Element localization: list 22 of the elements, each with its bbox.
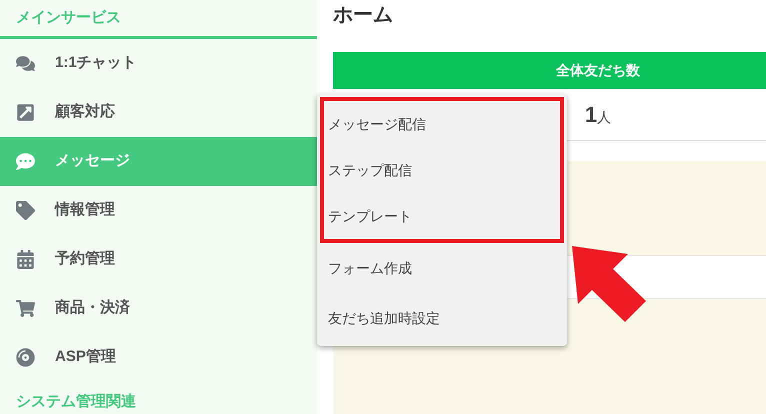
section-title: システム管理関連 (16, 393, 136, 410)
menu-item[interactable]: テンプレート (324, 193, 560, 239)
menu-item[interactable]: 友だち追加時設定 (320, 293, 564, 343)
cart-icon (15, 299, 35, 318)
section-title: メインサービス (16, 8, 121, 28)
tag-icon (15, 201, 35, 220)
card-header: 全体友だち数 (333, 52, 766, 89)
sidebar-item[interactable]: 予約管理 (0, 235, 317, 284)
message-bubble-icon (15, 152, 35, 172)
sidebar-item[interactable]: 顧客対応 (0, 88, 317, 138)
calendar-icon (15, 250, 35, 270)
sidebar-item[interactable]: 情報管理 (0, 186, 317, 236)
menu-item[interactable]: ステップ配信 (324, 147, 560, 193)
page-title: ホーム (333, 3, 393, 28)
chat-bubbles-icon (15, 54, 35, 74)
friend-count: 1人 (584, 101, 612, 129)
menu-item[interactable]: メッセージ配信 (324, 101, 560, 147)
sidebar-item[interactable]: ASP管理 (0, 333, 317, 382)
sidebar-item[interactable]: 商品・決済 (0, 284, 317, 334)
sidebar-item[interactable]: 1:1チャット (0, 39, 317, 88)
menu-item[interactable]: フォーム作成 (320, 243, 564, 293)
arrow-icon (570, 244, 648, 324)
